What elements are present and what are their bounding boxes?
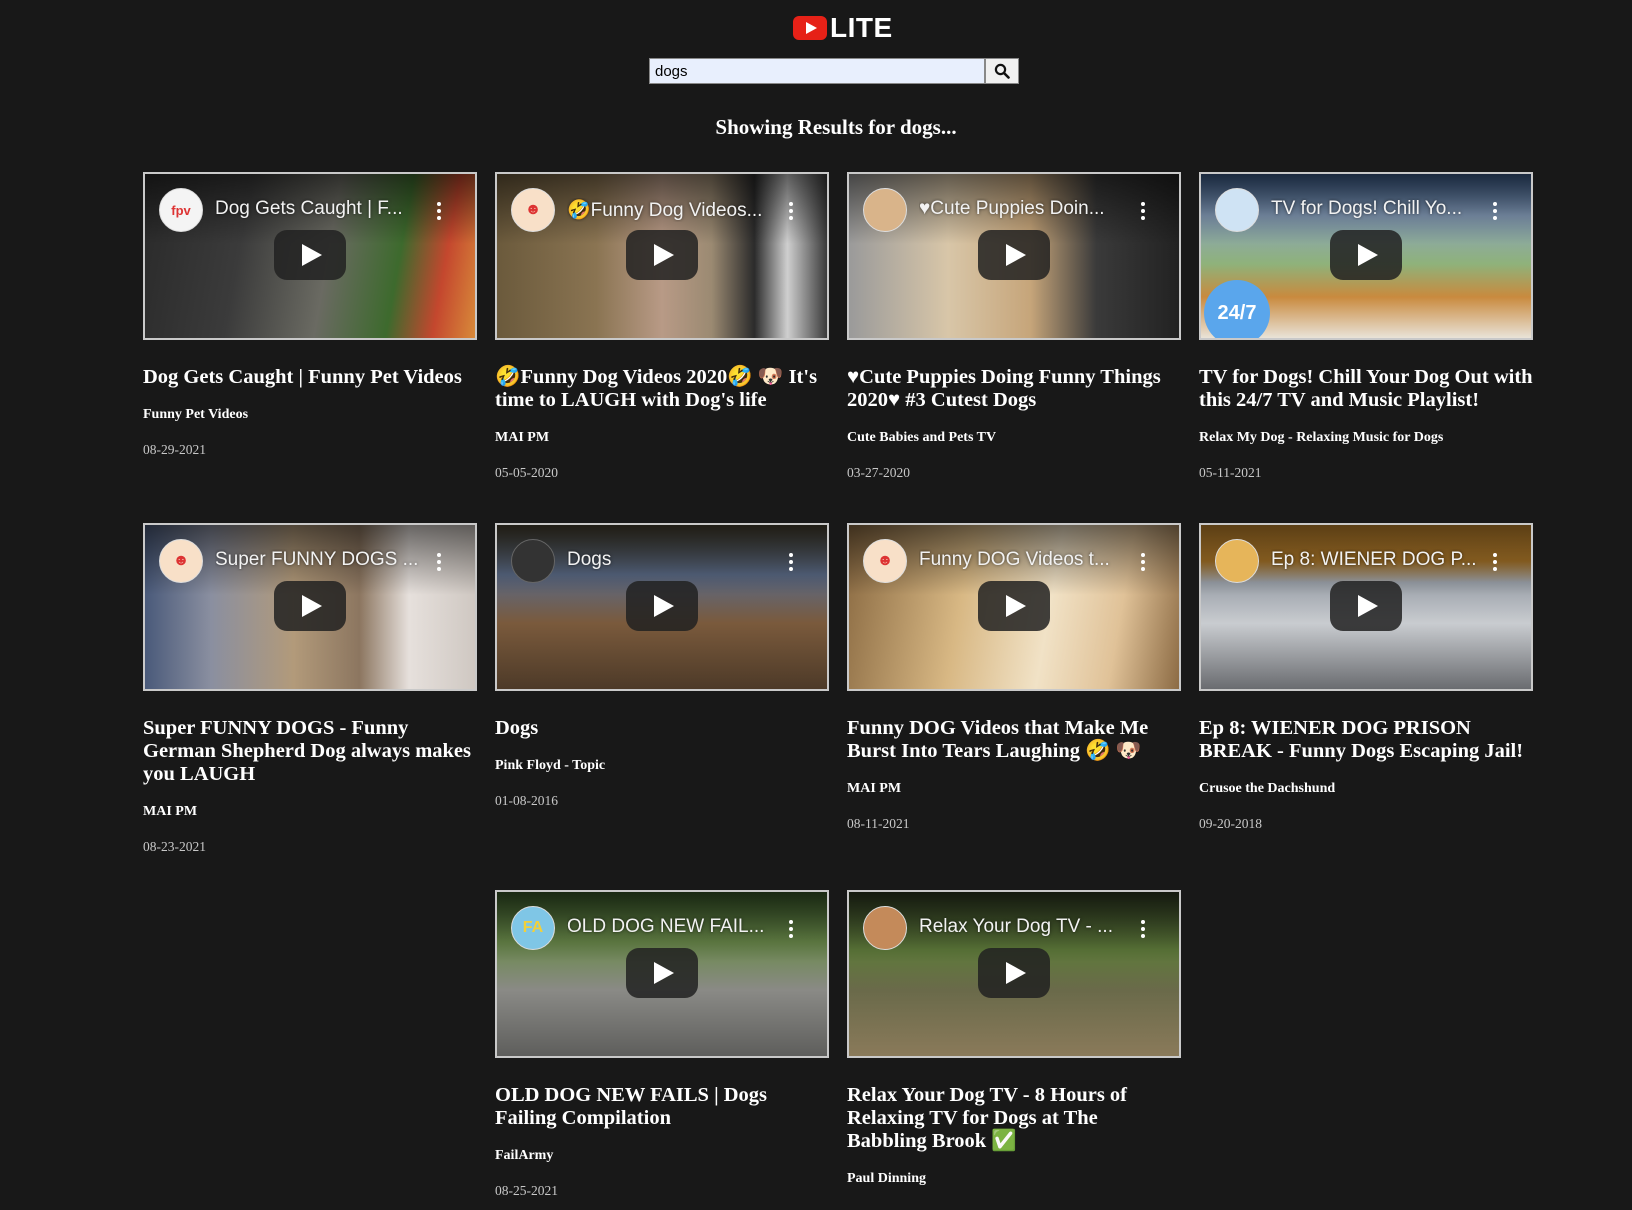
video-overlay-title: Dogs	[567, 549, 612, 570]
play-button-icon[interactable]	[626, 581, 698, 631]
video-overlay-title: Super FUNNY DOGS ...	[215, 549, 419, 570]
video-title[interactable]: Funny DOG Videos that Make Me Burst Into…	[847, 717, 1181, 763]
search-button[interactable]	[985, 58, 1019, 84]
more-options-icon[interactable]	[789, 553, 793, 574]
channel-avatar: FA	[511, 906, 555, 950]
channel-avatar	[511, 539, 555, 583]
channel-avatar: ☻	[511, 188, 555, 232]
more-options-icon[interactable]	[1141, 553, 1145, 574]
upload-date: 05-05-2020	[495, 465, 558, 480]
upload-date: 08-11-2021	[847, 816, 910, 831]
more-options-icon[interactable]	[437, 553, 441, 574]
video-thumbnail[interactable]: FA OLD DOG NEW FAIL...	[495, 890, 829, 1058]
upload-date: 08-23-2021	[143, 839, 206, 854]
video-overlay-title: ♥Cute Puppies Doin...	[919, 198, 1105, 219]
channel-avatar	[863, 906, 907, 950]
channel-name[interactable]: MAI PM	[495, 430, 829, 446]
upload-date: 09-20-2018	[1199, 816, 1262, 831]
play-button-icon[interactable]	[978, 581, 1050, 631]
channel-avatar: ☻	[159, 539, 203, 583]
video-card: Dogs Dogs Pink Floyd - Topic 01-08-2016	[495, 523, 829, 809]
logo-text: LITE	[830, 12, 893, 43]
channel-name[interactable]: Cute Babies and Pets TV	[847, 430, 1181, 446]
results-heading: Showing Results for dogs...	[715, 115, 957, 139]
upload-date: 08-29-2021	[143, 442, 206, 457]
play-button-icon[interactable]	[978, 948, 1050, 998]
video-overlay-title: TV for Dogs! Chill Yo...	[1271, 198, 1463, 219]
channel-name[interactable]: Paul Dinning	[847, 1171, 1181, 1187]
video-thumbnail[interactable]: Ep 8: WIENER DOG P...	[1199, 523, 1533, 691]
play-button-icon[interactable]	[1330, 230, 1402, 280]
video-overlay-title: Ep 8: WIENER DOG P...	[1271, 549, 1477, 570]
play-button-icon[interactable]	[978, 230, 1050, 280]
channel-avatar: ☻	[863, 539, 907, 583]
play-button-icon[interactable]	[1330, 581, 1402, 631]
channel-avatar	[1215, 539, 1259, 583]
channel-avatar: fpv	[159, 188, 203, 232]
video-title[interactable]: 🤣Funny Dog Videos 2020🤣 🐶 It's time to L…	[495, 366, 829, 412]
play-button-icon[interactable]	[274, 230, 346, 280]
channel-name[interactable]: Funny Pet Videos	[143, 407, 477, 423]
video-title[interactable]: ♥Cute Puppies Doing Funny Things 2020♥ #…	[847, 366, 1181, 412]
video-card: fpv Dog Gets Caught | F... Dog Gets Caug…	[143, 172, 477, 458]
more-options-icon[interactable]	[789, 920, 793, 941]
video-overlay-title: Dog Gets Caught | F...	[215, 198, 403, 219]
video-thumbnail[interactable]: ♥Cute Puppies Doin...	[847, 172, 1181, 340]
channel-name[interactable]: Crusoe the Dachshund	[1199, 781, 1533, 797]
video-title[interactable]: Dog Gets Caught | Funny Pet Videos	[143, 366, 477, 389]
search-input[interactable]	[649, 58, 985, 84]
video-card: Relax Your Dog TV - ... Relax Your Dog T…	[847, 890, 1181, 1187]
video-title[interactable]: Ep 8: WIENER DOG PRISON BREAK - Funny Do…	[1199, 717, 1533, 763]
video-card: FA OLD DOG NEW FAIL... OLD DOG NEW FAILS…	[495, 890, 829, 1199]
video-title[interactable]: TV for Dogs! Chill Your Dog Out with thi…	[1199, 366, 1533, 412]
search-bar	[649, 58, 1019, 84]
video-overlay-title: 🤣Funny Dog Videos...	[567, 200, 763, 221]
channel-name[interactable]: Relax My Dog - Relaxing Music for Dogs	[1199, 430, 1533, 446]
play-button-icon[interactable]	[626, 948, 698, 998]
video-card: TV for Dogs! Chill Yo... 24/7 TV for Dog…	[1199, 172, 1533, 481]
video-card: ☻ Funny DOG Videos t... Funny DOG Videos…	[847, 523, 1181, 832]
video-title[interactable]: Dogs	[495, 717, 829, 740]
upload-date: 03-27-2020	[847, 465, 910, 480]
video-card: ☻ 🤣Funny Dog Videos... 🤣Funny Dog Videos…	[495, 172, 829, 481]
channel-name[interactable]: MAI PM	[847, 781, 1181, 797]
video-thumbnail[interactable]: TV for Dogs! Chill Yo... 24/7	[1199, 172, 1533, 340]
video-title[interactable]: OLD DOG NEW FAILS | Dogs Failing Compila…	[495, 1084, 829, 1130]
channel-name[interactable]: Pink Floyd - Topic	[495, 758, 829, 774]
upload-date: 08-25-2021	[495, 1183, 558, 1198]
channel-name[interactable]: FailArmy	[495, 1148, 829, 1164]
upload-date: 05-11-2021	[1199, 465, 1262, 480]
upload-date: 01-08-2016	[495, 793, 558, 808]
more-options-icon[interactable]	[789, 202, 793, 223]
more-options-icon[interactable]	[1493, 202, 1497, 223]
more-options-icon[interactable]	[437, 202, 441, 223]
video-title[interactable]: Super FUNNY DOGS - Funny German Shepherd…	[143, 717, 477, 786]
more-options-icon[interactable]	[1141, 202, 1145, 223]
more-options-icon[interactable]	[1141, 920, 1145, 941]
channel-avatar	[863, 188, 907, 232]
video-thumbnail[interactable]: Dogs	[495, 523, 829, 691]
video-thumbnail[interactable]: ☻ Super FUNNY DOGS ...	[143, 523, 477, 691]
video-thumbnail[interactable]: ☻ 🤣Funny Dog Videos...	[495, 172, 829, 340]
youtube-play-logo-icon	[793, 16, 827, 40]
play-button-icon[interactable]	[626, 230, 698, 280]
video-thumbnail[interactable]: fpv Dog Gets Caught | F...	[143, 172, 477, 340]
video-card: Ep 8: WIENER DOG P... Ep 8: WIENER DOG P…	[1199, 523, 1533, 832]
video-thumbnail[interactable]: Relax Your Dog TV - ...	[847, 890, 1181, 1058]
play-button-icon[interactable]	[274, 581, 346, 631]
video-overlay-title: Relax Your Dog TV - ...	[919, 916, 1113, 937]
channel-name[interactable]: MAI PM	[143, 804, 477, 820]
video-thumbnail[interactable]: ☻ Funny DOG Videos t...	[847, 523, 1181, 691]
video-card: ☻ Super FUNNY DOGS ... Super FUNNY DOGS …	[143, 523, 477, 855]
video-card: ♥Cute Puppies Doin... ♥Cute Puppies Doin…	[847, 172, 1181, 481]
video-overlay-title: OLD DOG NEW FAIL...	[567, 916, 765, 937]
more-options-icon[interactable]	[1493, 553, 1497, 574]
search-icon	[994, 63, 1010, 79]
video-title[interactable]: Relax Your Dog TV - 8 Hours of Relaxing …	[847, 1084, 1181, 1153]
channel-avatar	[1215, 188, 1259, 232]
live-247-badge: 24/7	[1204, 280, 1270, 338]
video-overlay-title: Funny DOG Videos t...	[919, 549, 1110, 570]
app-logo[interactable]: LITE	[793, 12, 893, 44]
